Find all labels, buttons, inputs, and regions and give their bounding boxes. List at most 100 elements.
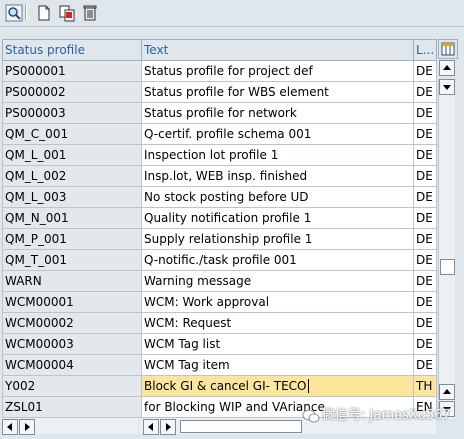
cell-text[interactable]: No stock posting before UD [141, 186, 414, 208]
table-row[interactable]: QM_C_001 Q-certif. profile schema 001 DE [2, 123, 437, 145]
cell-text[interactable]: Status profile for network [141, 102, 414, 124]
cell-language[interactable]: DE [413, 60, 437, 82]
cell-status-profile[interactable]: PS000001 [2, 60, 142, 82]
table-settings-icon[interactable] [438, 39, 458, 59]
cell-text[interactable]: Inspection lot profile 1 [141, 144, 414, 166]
cell-value: DE [416, 253, 433, 267]
table-row[interactable]: WARN Warning message DE [2, 270, 437, 292]
table-row[interactable]: PS000003 Status profile for network DE [2, 102, 437, 124]
cell-text[interactable]: Status profile for WBS element [141, 81, 414, 103]
cell-value: Quality notification profile 1 [144, 211, 312, 225]
table-row[interactable]: PS000001 Status profile for project def DE [2, 60, 437, 82]
scroll-down-button[interactable] [439, 79, 455, 95]
cell-value: DE [416, 127, 433, 141]
cell-status-profile[interactable]: Y002 [2, 375, 142, 397]
cell-value: QM_T_001 [5, 253, 68, 267]
cell-text[interactable]: WCM: Request [141, 312, 414, 334]
cell-value: DE [416, 64, 433, 78]
cell-status-profile[interactable]: QM_L_002 [2, 165, 142, 187]
cell-language[interactable]: TH [413, 375, 437, 397]
cell-language[interactable]: DE [413, 144, 437, 166]
cell-language[interactable]: DE [413, 312, 437, 334]
cell-text[interactable]: Q-notific./task profile 001 [141, 249, 414, 271]
scroll-left-button-2[interactable] [143, 419, 159, 435]
table-row[interactable]: Y002 Block GI & cancel GI- TECO TH [2, 375, 437, 397]
cell-status-profile[interactable]: ZSL01 [2, 396, 142, 418]
cell-status-profile[interactable]: WCM00002 [2, 312, 142, 334]
cell-status-profile[interactable]: WARN [2, 270, 142, 292]
cell-status-profile[interactable]: WCM00001 [2, 291, 142, 313]
cell-status-profile[interactable]: QM_N_001 [2, 207, 142, 229]
table-row[interactable]: QM_T_001 Q-notific./task profile 001 DE [2, 249, 437, 271]
scroll-up-button[interactable] [439, 60, 455, 76]
cell-status-profile[interactable]: WCM00004 [2, 354, 142, 376]
cell-status-profile[interactable]: QM_T_001 [2, 249, 142, 271]
cell-text[interactable]: WCM Tag item [141, 354, 414, 376]
cell-language[interactable]: DE [413, 291, 437, 313]
table-row[interactable]: QM_L_002 Insp.lot, WEB insp. finished DE [2, 165, 437, 187]
cell-language[interactable]: DE [413, 207, 437, 229]
table-row[interactable]: QM_P_001 Supply relationship profile 1 DE [2, 228, 437, 250]
cell-text[interactable]: Supply relationship profile 1 [141, 228, 414, 250]
scroll-left-button[interactable] [2, 419, 18, 435]
cell-text[interactable]: Quality notification profile 1 [141, 207, 414, 229]
table-row[interactable]: WCM00004 WCM Tag item DE [2, 354, 437, 376]
scroll-right-button[interactable] [19, 419, 35, 435]
cell-language[interactable]: DE [413, 249, 437, 271]
cell-language[interactable]: DE [413, 228, 437, 250]
cell-text[interactable]: Warning message [141, 270, 414, 292]
horizontal-scroll-thumb[interactable] [180, 420, 302, 433]
table-row[interactable]: QM_L_003 No stock posting before UD DE [2, 186, 437, 208]
scroll-right-button-2[interactable] [160, 419, 176, 435]
cell-status-profile[interactable]: QM_P_001 [2, 228, 142, 250]
cell-text[interactable]: Q-certif. profile schema 001 [141, 123, 414, 145]
cell-language[interactable]: DE [413, 270, 437, 292]
table-row[interactable]: WCM00001 WCM: Work approval DE [2, 291, 437, 313]
vertical-scrollbar[interactable] [438, 60, 455, 419]
table-row[interactable]: WCM00002 WCM: Request DE [2, 312, 437, 334]
cell-value: QM_L_003 [5, 190, 67, 204]
column-header-text[interactable]: Text [141, 39, 414, 61]
cell-value: Block GI & cancel GI- TECO [144, 378, 307, 393]
cell-status-profile[interactable]: QM_L_003 [2, 186, 142, 208]
cell-text[interactable]: Block GI & cancel GI- TECO [141, 375, 414, 397]
cell-text[interactable]: WCM Tag list [141, 333, 414, 355]
table-row[interactable]: PS000002 Status profile for WBS element DE [2, 81, 437, 103]
cell-value: PS000002 [5, 85, 66, 99]
delete-icon[interactable] [80, 3, 100, 23]
cell-language[interactable]: DE [413, 165, 437, 187]
table-row[interactable]: QM_N_001 Quality notification profile 1 DE [2, 207, 437, 229]
cell-language[interactable]: DE [413, 333, 437, 355]
vertical-scroll-thumb[interactable] [440, 259, 455, 275]
cell-value: DE [416, 148, 433, 162]
cell-language[interactable]: DE [413, 81, 437, 103]
status-profile-table: Status profile Text L... PS000001 Status … [2, 39, 437, 418]
scroll-page-up-button[interactable] [439, 384, 455, 400]
wechat-icon [302, 409, 320, 423]
cell-value: QM_N_001 [5, 211, 69, 225]
cell-language[interactable]: DE [413, 354, 437, 376]
table-body: PS000001 Status profile for project def DE… [2, 60, 437, 418]
cell-text[interactable]: Insp.lot, WEB insp. finished [141, 165, 414, 187]
cell-text[interactable]: WCM: Work approval [141, 291, 414, 313]
cell-text[interactable]: Status profile for project def [141, 60, 414, 82]
cell-value: DE [416, 358, 433, 372]
cell-language[interactable]: DE [413, 102, 437, 124]
cell-status-profile[interactable]: PS000003 [2, 102, 142, 124]
cell-status-profile[interactable]: QM_C_001 [2, 123, 142, 145]
column-header-status-profile[interactable]: Status profile [2, 39, 142, 61]
cell-status-profile[interactable]: WCM00003 [2, 333, 142, 355]
details-icon[interactable] [4, 3, 24, 23]
horizontal-scrollbar-left[interactable] [2, 418, 138, 435]
table-row[interactable]: WCM00003 WCM Tag list DE [2, 333, 437, 355]
copy-as-icon[interactable] [57, 3, 77, 23]
table-row[interactable]: QM_L_001 Inspection lot profile 1 DE [2, 144, 437, 166]
cell-status-profile[interactable]: QM_L_001 [2, 144, 142, 166]
new-entries-icon[interactable] [34, 3, 54, 23]
cell-language[interactable]: DE [413, 186, 437, 208]
cell-status-profile[interactable]: PS000002 [2, 81, 142, 103]
column-header-language[interactable]: L... [413, 39, 437, 61]
cell-language[interactable]: DE [413, 123, 437, 145]
status-profile-grid: Status profile Text L... PS000001 Status … [0, 39, 464, 439]
cell-value: DE [416, 190, 433, 204]
